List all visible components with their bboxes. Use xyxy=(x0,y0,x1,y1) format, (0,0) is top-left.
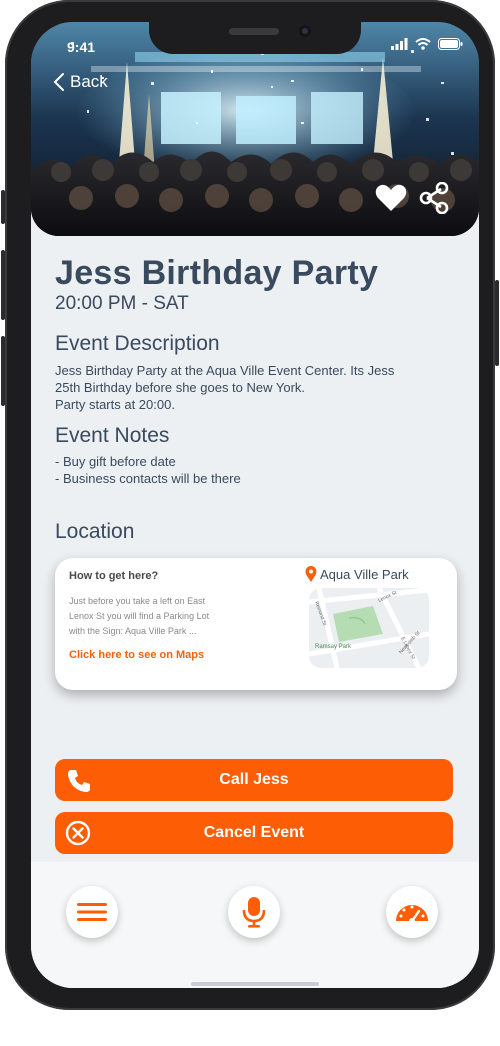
directions-text: Just before you take a left on East Leno… xyxy=(69,594,249,639)
volume-down-button xyxy=(1,336,5,406)
open-maps-link[interactable]: Click here to see on Maps xyxy=(69,649,204,661)
microphone-button[interactable] xyxy=(228,886,280,938)
menu-button[interactable] xyxy=(66,886,118,938)
call-button-label: Call Jess xyxy=(219,771,289,788)
event-title: Jess Birthday Party xyxy=(55,254,379,292)
share-icon[interactable] xyxy=(419,182,449,214)
place-name: Aqua Ville Park xyxy=(320,567,409,582)
device-notch xyxy=(149,22,361,54)
mute-switch xyxy=(1,190,5,224)
dashboard-button[interactable] xyxy=(386,886,438,938)
back-label: Back xyxy=(70,72,108,91)
phone-frame: 9:41 Back Jess Birthday Party 20:00 PM -… xyxy=(1,0,499,1010)
map-preview-graphic: Lenox St E Lenox St Remond St Newcomb St… xyxy=(309,588,429,668)
wifi-icon xyxy=(415,38,431,50)
volume-up-button xyxy=(1,250,5,320)
place-name-row: Aqua Ville Park xyxy=(305,566,409,583)
event-datetime: 20:00 PM - SAT xyxy=(55,293,189,314)
battery-icon xyxy=(438,38,463,50)
directions-line: Lenox St you will find a Parking Lot xyxy=(69,611,210,621)
speaker-grille xyxy=(229,28,279,35)
location-heading: Location xyxy=(55,520,135,543)
status-icons xyxy=(391,38,463,50)
chevron-left-icon xyxy=(53,73,64,91)
concert-photo xyxy=(31,22,479,236)
map-park-label: Ramsay Park xyxy=(315,644,352,650)
note-item: - Business contacts will be there xyxy=(55,471,241,486)
description-line: 25th Birthday before she goes to New Yor… xyxy=(55,380,306,395)
menu-icon xyxy=(77,903,107,921)
directions-line: with the Sign: Aqua Ville Park ... xyxy=(69,626,197,636)
cancel-event-button[interactable]: Cancel Event xyxy=(55,812,453,854)
event-description: Jess Birthday Party at the Aqua Ville Ev… xyxy=(55,362,445,413)
screen: 9:41 Back Jess Birthday Party 20:00 PM -… xyxy=(31,22,479,988)
back-button[interactable]: Back xyxy=(53,72,108,92)
bottom-tab-bar xyxy=(31,862,479,988)
directions-line: Just before you take a left on East xyxy=(69,596,206,606)
signal-icon xyxy=(391,38,408,50)
heart-icon[interactable] xyxy=(375,184,407,212)
event-hero-image: 9:41 Back xyxy=(31,22,479,236)
event-notes: - Buy gift before date - Business contac… xyxy=(55,453,445,487)
power-button xyxy=(495,280,499,366)
how-to-get-here-heading: How to get here? xyxy=(69,570,159,582)
note-item: - Buy gift before date xyxy=(55,454,176,469)
speedometer-icon xyxy=(396,905,428,923)
map-preview[interactable]: Lenox St E Lenox St Remond St Newcomb St… xyxy=(309,588,429,668)
microphone-icon xyxy=(242,897,266,928)
event-notes-heading: Event Notes xyxy=(55,424,170,447)
location-card[interactable]: How to get here? Just before you take a … xyxy=(55,558,457,690)
home-indicator[interactable] xyxy=(191,982,319,986)
cancel-circle-icon xyxy=(65,820,91,846)
status-time: 9:41 xyxy=(67,39,96,55)
front-camera xyxy=(299,25,311,37)
phone-icon xyxy=(68,770,90,792)
description-line: Jess Birthday Party at the Aqua Ville Ev… xyxy=(55,363,395,378)
event-description-heading: Event Description xyxy=(55,332,220,355)
cancel-button-label: Cancel Event xyxy=(203,824,305,841)
call-button[interactable]: Call Jess xyxy=(55,759,453,801)
map-pin-icon xyxy=(305,566,317,582)
description-line: Party starts at 20:00. xyxy=(55,397,175,412)
